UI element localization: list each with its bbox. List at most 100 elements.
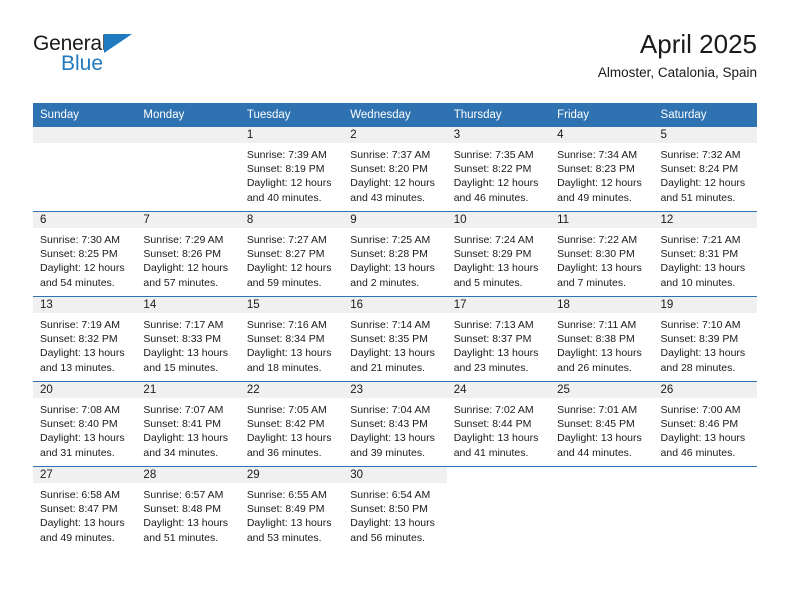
- daylight-text: and 31 minutes.: [40, 446, 115, 459]
- calendar-day-cell[interactable]: 3 Sunrise: 7:35 AM Sunset: 8:22 PM Daylight…: [446, 126, 551, 212]
- day-number: 14: [136, 297, 240, 313]
- calendar-day-cell[interactable]: 12 Sunrise: 7:21 AM Sunset: 8:31 PM Dayligh…: [653, 211, 757, 297]
- day-details: Sunrise: 7:34 AM Sunset: 8:23 PM Daylight:…: [550, 143, 653, 205]
- day-cell-inner: 25 Sunrise: 7:01 AM Sunset: 8:45 PM Dayligh…: [550, 382, 654, 466]
- daylight-text: Daylight: 13 hours: [350, 432, 435, 445]
- calendar-day-cell[interactable]: 6 Sunrise: 7:30 AM Sunset: 8:25 PM Daylight…: [33, 211, 137, 297]
- calendar-day-cell[interactable]: 1 Sunrise: 7:39 AM Sunset: 8:19 PM Daylight…: [239, 126, 344, 212]
- page-subtitle: Almoster, Catalonia, Spain: [597, 65, 757, 80]
- day-number: 3: [446, 127, 551, 143]
- calendar-day-cell[interactable]: 13 Sunrise: 7:19 AM Sunset: 8:32 PM Dayligh…: [33, 296, 137, 382]
- sunset-text: Sunset: 8:42 PM: [246, 418, 325, 431]
- general-blue-logo[interactable]: General Blue: [33, 32, 163, 84]
- calendar-day-cell[interactable]: 24 Sunrise: 7:02 AM Sunset: 8:44 PM Dayligh…: [446, 381, 551, 467]
- day-number: 1: [239, 127, 344, 143]
- calendar-week-row: 1 Sunrise: 7:39 AM Sunset: 8:19 PM Daylight…: [33, 126, 757, 212]
- day-cell-inner: 19 Sunrise: 7:10 AM Sunset: 8:39 PM Dayligh…: [653, 297, 757, 381]
- day-number: 27: [33, 467, 137, 483]
- sunset-text: Sunset: 8:28 PM: [350, 248, 428, 261]
- sunset-text: Sunset: 8:24 PM: [660, 163, 739, 176]
- calendar-day-cell[interactable]: 27 Sunrise: 6:58 AM Sunset: 8:47 PM Dayligh…: [33, 466, 137, 551]
- daylight-text: and 39 minutes.: [350, 446, 425, 459]
- calendar-day-cell[interactable]: 10 Sunrise: 7:24 AM Sunset: 8:29 PM Dayligh…: [446, 211, 551, 297]
- sunset-text: Sunset: 8:44 PM: [453, 418, 532, 431]
- day-cell-inner: 23 Sunrise: 7:04 AM Sunset: 8:43 PM Dayligh…: [343, 382, 447, 466]
- sunset-text: Sunset: 8:38 PM: [557, 333, 635, 346]
- day-number: 11: [550, 212, 654, 228]
- calendar-day-cell[interactable]: 8 Sunrise: 7:27 AM Sunset: 8:27 PM Daylight…: [239, 211, 344, 297]
- daylight-text: and 40 minutes.: [246, 191, 322, 204]
- calendar-day-cell[interactable]: 22 Sunrise: 7:05 AM Sunset: 8:42 PM Dayligh…: [239, 381, 344, 467]
- day-number: 7: [136, 212, 240, 228]
- sunrise-text: Sunrise: 7:04 AM: [350, 404, 431, 416]
- calendar-day-cell[interactable]: 5 Sunrise: 7:32 AM Sunset: 8:24 PM Daylight…: [653, 126, 757, 212]
- page-title: April 2025: [639, 29, 757, 59]
- calendar-day-cell[interactable]: 17 Sunrise: 7:13 AM Sunset: 8:37 PM Dayligh…: [446, 296, 551, 382]
- calendar-day-cell[interactable]: 11 Sunrise: 7:22 AM Sunset: 8:30 PM Dayligh…: [550, 211, 654, 297]
- daylight-text: and 56 minutes.: [350, 531, 425, 544]
- day-cell-inner: 17 Sunrise: 7:13 AM Sunset: 8:37 PM Dayligh…: [446, 297, 551, 381]
- sunrise-text: Sunrise: 7:11 AM: [557, 319, 637, 331]
- sunset-text: Sunset: 8:40 PM: [40, 418, 118, 431]
- calendar-day-cell[interactable]: 28 Sunrise: 6:57 AM Sunset: 8:48 PM Dayligh…: [136, 466, 240, 551]
- sunset-text: Sunset: 8:43 PM: [350, 418, 428, 431]
- calendar-day-cell[interactable]: 25 Sunrise: 7:01 AM Sunset: 8:45 PM Dayligh…: [550, 381, 654, 467]
- daylight-text: Daylight: 13 hours: [40, 517, 125, 530]
- calendar-day-cell[interactable]: 2 Sunrise: 7:37 AM Sunset: 8:20 PM Daylight…: [343, 126, 447, 212]
- daylight-text: Daylight: 12 hours: [246, 177, 332, 190]
- sunset-text: Sunset: 8:27 PM: [246, 248, 325, 261]
- sunset-text: Sunset: 8:45 PM: [557, 418, 635, 431]
- daylight-text: Daylight: 13 hours: [557, 347, 642, 360]
- calendar-day-cell[interactable]: 30 Sunrise: 6:54 AM Sunset: 8:50 PM Dayligh…: [343, 466, 447, 551]
- calendar-day-cell[interactable]: 14 Sunrise: 7:17 AM Sunset: 8:33 PM Dayligh…: [136, 296, 240, 382]
- calendar-day-cell[interactable]: 7 Sunrise: 7:29 AM Sunset: 8:26 PM Daylight…: [136, 211, 240, 297]
- daylight-text: and 7 minutes.: [557, 276, 626, 289]
- sunrise-text: Sunrise: 7:35 AM: [453, 149, 534, 161]
- calendar-day-cell[interactable]: 26 Sunrise: 7:00 AM Sunset: 8:46 PM Dayligh…: [653, 381, 757, 467]
- daylight-text: Daylight: 12 hours: [557, 177, 642, 190]
- weekday-header-wednesday: Wednesday: [343, 103, 447, 127]
- day-details: Sunrise: 7:00 AM Sunset: 8:46 PM Daylight:…: [654, 398, 757, 460]
- sunrise-text: Sunrise: 6:54 AM: [350, 489, 431, 501]
- daylight-text: Daylight: 12 hours: [660, 177, 746, 190]
- daylight-text: and 18 minutes.: [246, 361, 322, 374]
- calendar-day-cell[interactable]: 19 Sunrise: 7:10 AM Sunset: 8:39 PM Dayligh…: [653, 296, 757, 382]
- calendar-day-cell[interactable]: 21 Sunrise: 7:07 AM Sunset: 8:41 PM Dayligh…: [136, 381, 240, 467]
- day-number: 13: [33, 297, 137, 313]
- daylight-text: Daylight: 13 hours: [350, 347, 435, 360]
- sunset-text: Sunset: 8:39 PM: [660, 333, 739, 346]
- daylight-text: and 59 minutes.: [246, 276, 322, 289]
- calendar-day-cell[interactable]: 9 Sunrise: 7:25 AM Sunset: 8:28 PM Daylight…: [343, 211, 447, 297]
- day-cell-inner: 5 Sunrise: 7:32 AM Sunset: 8:24 PM Daylight…: [653, 127, 757, 211]
- day-details: Sunrise: 7:32 AM Sunset: 8:24 PM Daylight:…: [654, 143, 757, 205]
- day-details: Sunrise: 7:27 AM Sunset: 8:27 PM Daylight:…: [240, 228, 343, 290]
- daylight-text: Daylight: 13 hours: [557, 262, 642, 275]
- calendar-page: General Blue April 2025 Almoster, Catalo…: [0, 0, 792, 612]
- sunset-text: Sunset: 8:41 PM: [143, 418, 222, 431]
- day-number: 25: [550, 382, 654, 398]
- weekday-header-tuesday: Tuesday: [239, 103, 344, 127]
- calendar-empty-cell: [136, 126, 240, 212]
- daylight-text: and 34 minutes.: [143, 446, 219, 459]
- calendar-day-cell[interactable]: 4 Sunrise: 7:34 AM Sunset: 8:23 PM Daylight…: [550, 126, 654, 212]
- day-number: 28: [136, 467, 240, 483]
- daylight-text: Daylight: 12 hours: [350, 177, 435, 190]
- sunrise-text: Sunrise: 7:29 AM: [143, 234, 224, 246]
- calendar-day-cell[interactable]: 18 Sunrise: 7:11 AM Sunset: 8:38 PM Dayligh…: [550, 296, 654, 382]
- day-cell-inner: 12 Sunrise: 7:21 AM Sunset: 8:31 PM Dayligh…: [653, 212, 757, 296]
- sunset-text: Sunset: 8:35 PM: [350, 333, 428, 346]
- calendar-day-cell[interactable]: 15 Sunrise: 7:16 AM Sunset: 8:34 PM Dayligh…: [239, 296, 344, 382]
- daylight-text: and 57 minutes.: [143, 276, 219, 289]
- day-details: Sunrise: 6:58 AM Sunset: 8:47 PM Daylight:…: [33, 483, 136, 545]
- daylight-text: Daylight: 12 hours: [246, 262, 332, 275]
- daylight-text: and 49 minutes.: [557, 191, 632, 204]
- calendar-day-cell[interactable]: 16 Sunrise: 7:14 AM Sunset: 8:35 PM Dayligh…: [343, 296, 447, 382]
- day-cell-inner: 7 Sunrise: 7:29 AM Sunset: 8:26 PM Daylight…: [136, 212, 240, 296]
- sunrise-text: Sunrise: 7:07 AM: [143, 404, 224, 416]
- day-number: 8: [239, 212, 344, 228]
- day-number: [136, 127, 240, 143]
- calendar-day-cell[interactable]: 20 Sunrise: 7:08 AM Sunset: 8:40 PM Dayligh…: [33, 381, 137, 467]
- calendar-day-cell[interactable]: 29 Sunrise: 6:55 AM Sunset: 8:49 PM Dayligh…: [239, 466, 344, 551]
- page-header: General Blue April 2025 Almoster, Catalo…: [33, 28, 757, 92]
- calendar-day-cell[interactable]: 23 Sunrise: 7:04 AM Sunset: 8:43 PM Dayligh…: [343, 381, 447, 467]
